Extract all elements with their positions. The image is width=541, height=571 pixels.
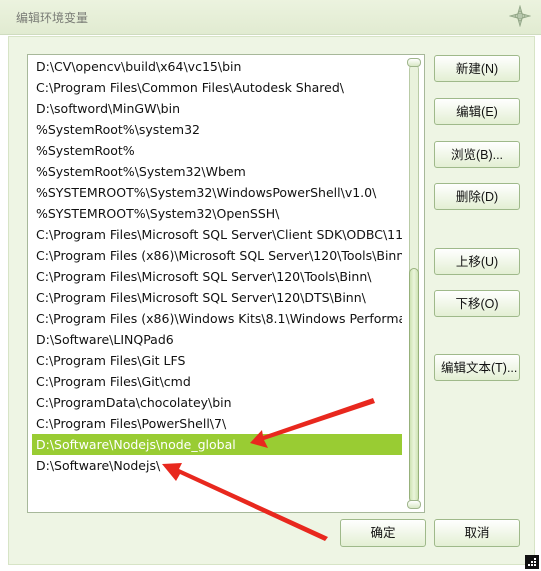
resize-grip[interactable]: [525, 555, 539, 569]
annotation-overlay: [162, 398, 375, 541]
annotation-arrow-upper: [250, 398, 375, 448]
annotation-arrow-lower: [162, 463, 328, 541]
